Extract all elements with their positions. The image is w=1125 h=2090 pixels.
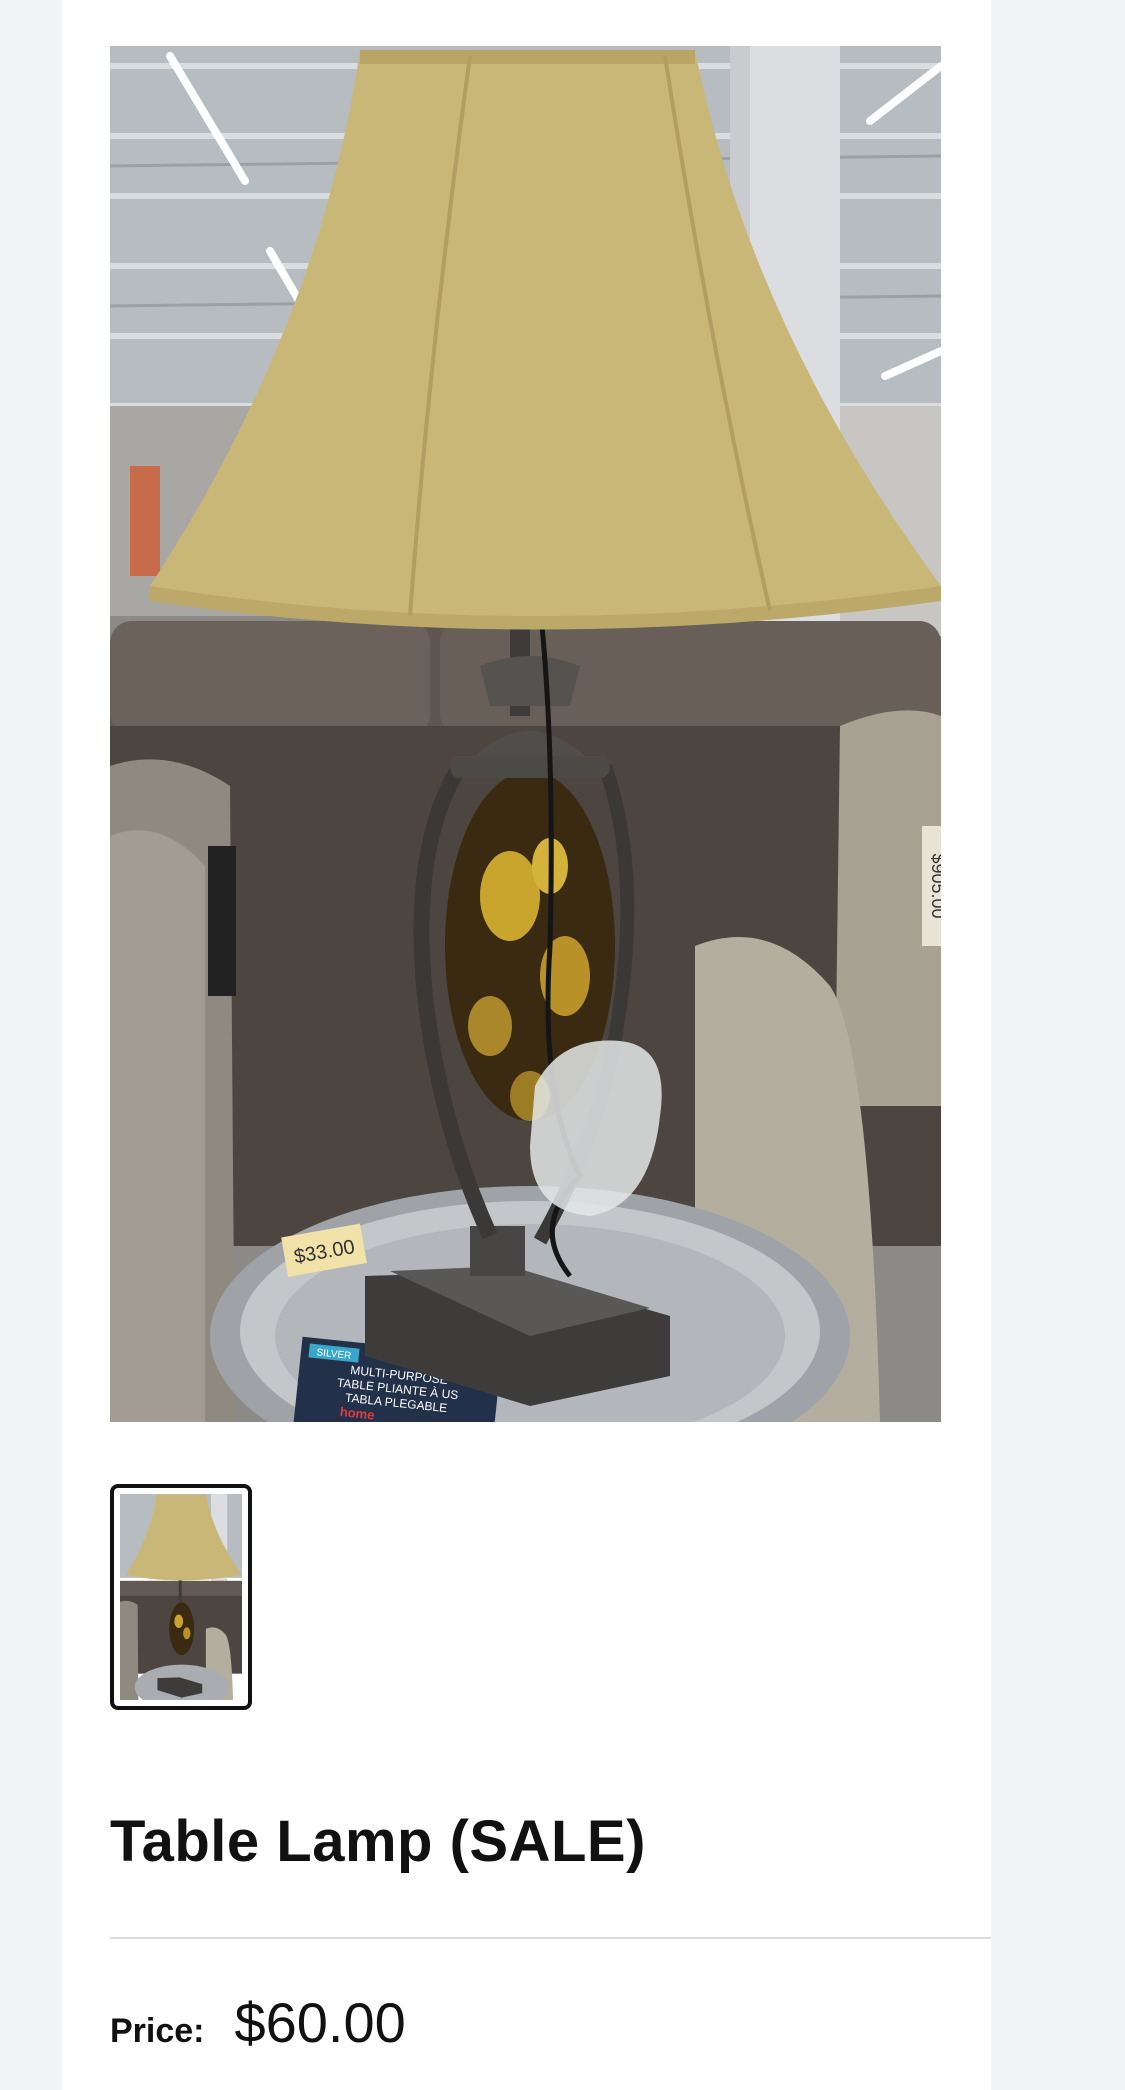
product-main-image[interactable]: $33.00 SILVER MULTI-PURPOSE TABLE PLIANT… [110, 46, 941, 1422]
photo-box-brand: home [339, 1404, 375, 1422]
photo-right-tag-text: $905.00 [928, 853, 941, 918]
price-label: Price: [110, 2012, 205, 2050]
product-title: Table Lamp (SALE) [110, 1809, 646, 1874]
price-row: Price: $60.00 [110, 1990, 406, 2055]
thumbnail-selected[interactable] [110, 1484, 252, 1710]
table-lamp-photo: $33.00 SILVER MULTI-PURPOSE TABLE PLIANT… [110, 46, 941, 1422]
divider [110, 1937, 991, 1939]
price-value: $60.00 [234, 1991, 406, 2054]
table-lamp-thumbnail [120, 1494, 242, 1700]
product-card: $33.00 SILVER MULTI-PURPOSE TABLE PLIANT… [62, 0, 991, 2090]
